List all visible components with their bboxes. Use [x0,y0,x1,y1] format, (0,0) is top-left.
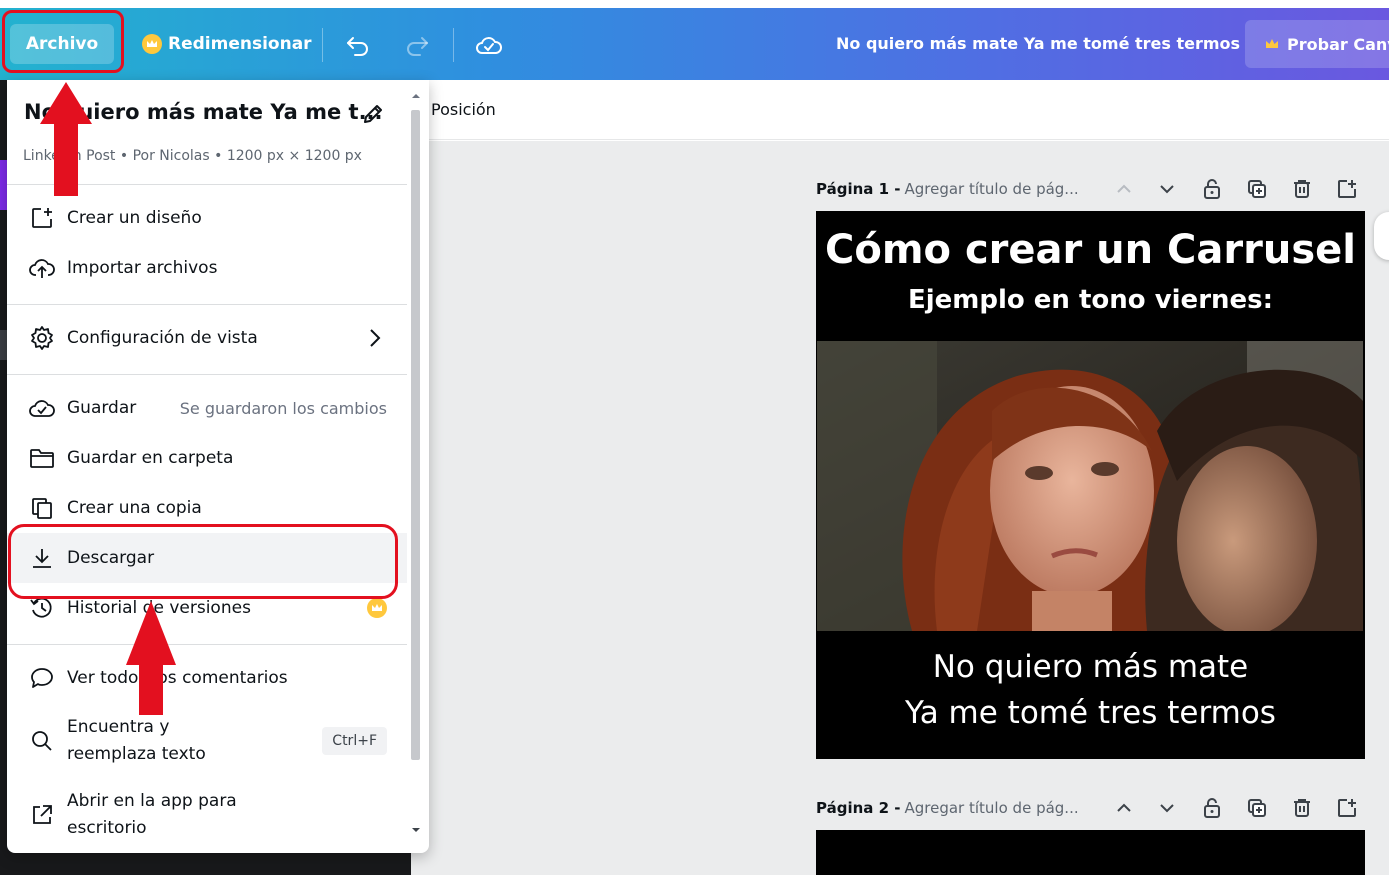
menu-item-label: Importar archivos [67,258,218,278]
chevron-right-icon [369,328,381,352]
annotation-highlight-file [2,10,124,73]
menu-item-label: Crear una copia [67,498,202,518]
menu-item-label: Crear un diseño [67,208,202,228]
page-title-input[interactable]: Agregar título de pág... [905,180,1079,198]
menu-item-label: Encuentra y reemplaza texto [67,717,206,764]
duplicate-page-icon[interactable] [1245,177,1269,201]
caption-line-1[interactable]: No quiero más mate [816,649,1365,685]
trash-icon[interactable] [1290,177,1314,201]
save-status-text: Se guardaron los cambios [179,398,387,418]
document-title[interactable]: No quiero más mate Ya me tomé tres termo… [836,34,1240,53]
add-page-icon[interactable] [1335,177,1359,201]
menu-item-save[interactable]: Guardar Se guardaron los cambios [7,383,407,433]
menu-item-view-settings[interactable]: Configuración de vista [7,313,407,363]
comment-icon [27,663,57,693]
cloud-upload-icon [27,253,57,283]
chevron-up-icon[interactable] [1112,177,1136,201]
caption-line-2[interactable]: Ya me tomé tres termos [816,695,1365,731]
edit-title-icon[interactable] [361,102,387,128]
chevron-down-icon[interactable] [1155,796,1179,820]
menu-item-import-files[interactable]: Importar archivos [7,243,407,293]
lock-icon[interactable] [1200,177,1224,201]
copy-icon [27,493,57,523]
redo-icon[interactable] [402,30,432,60]
cloud-saved-icon[interactable] [474,30,504,60]
editor-header: Archivo Redimensionar No quiero más mate… [0,8,1389,80]
try-pro-label: Probar Canv [1287,34,1389,54]
duplicate-page-icon[interactable] [1245,796,1269,820]
menu-item-create-design[interactable]: Crear un diseño [7,193,407,243]
external-link-icon [27,800,57,830]
menu-divider [7,374,407,375]
try-pro-button[interactable]: Probar Canv [1245,20,1389,68]
menu-item-label: Guardar en carpeta [67,448,234,468]
page-1-header: Página 1 - Agregar título de pág... [816,174,1376,204]
annotation-highlight-download [8,524,398,599]
design-subtitle-text[interactable]: Ejemplo en tono viernes: [816,285,1365,315]
menu-divider [7,644,407,645]
page-label: Página 1 - [816,180,901,198]
page-label: Página 2 - [816,799,901,817]
lock-icon[interactable] [1200,796,1224,820]
menu-item-open-desktop-app[interactable]: Abrir en la app para escritorio [7,788,407,842]
menu-item-save-to-folder[interactable]: Guardar en carpeta [7,433,407,483]
menu-item-find-replace[interactable]: Encuentra y reemplaza texto Ctrl+F [7,714,407,768]
menu-item-label: Abrir en la app para escritorio [67,791,237,838]
annotation-arrow-up [40,82,92,196]
shortcut-badge: Ctrl+F [322,727,387,755]
resize-button[interactable]: Redimensionar [136,24,318,64]
menu-divider [7,304,407,305]
page-2-canvas[interactable] [816,830,1365,875]
add-page-icon[interactable] [1335,796,1359,820]
add-design-icon [27,203,57,233]
divider [453,28,454,62]
page-2-header: Página 2 - Agregar título de pág... [816,793,1376,823]
page-side-handle[interactable] [1374,212,1389,260]
gear-icon [27,323,57,353]
cloud-check-icon [27,393,57,423]
menu-item-label: Guardar [67,398,137,418]
top-white-strip [0,0,1389,8]
trash-icon[interactable] [1290,796,1314,820]
design-title-text[interactable]: Cómo crear un Carrusel [816,227,1365,273]
context-toolbar: Posición [411,80,1389,140]
position-button[interactable]: Posición [431,100,496,119]
scrollbar-thumb[interactable] [411,110,420,760]
search-icon [27,726,57,756]
chevron-up-icon[interactable] [1112,796,1136,820]
divider [322,28,323,62]
folder-icon [27,443,57,473]
undo-icon[interactable] [343,30,373,60]
annotation-arrow-up [126,601,176,715]
page-1-canvas[interactable]: Cómo crear un Carrusel Ejemplo en tono v… [816,211,1365,759]
menu-item-label: Configuración de vista [67,328,258,348]
menu-item-view-comments[interactable]: Ver todos los comentarios [7,653,407,703]
page-title-input[interactable]: Agregar título de pág... [905,799,1079,817]
crown-icon [1265,35,1279,54]
resize-label: Redimensionar [168,34,312,54]
crown-icon [142,34,162,54]
meme-photo[interactable] [817,341,1363,631]
menu-scrollbar[interactable] [409,90,423,845]
chevron-down-icon[interactable] [1155,177,1179,201]
crown-icon [367,598,387,618]
